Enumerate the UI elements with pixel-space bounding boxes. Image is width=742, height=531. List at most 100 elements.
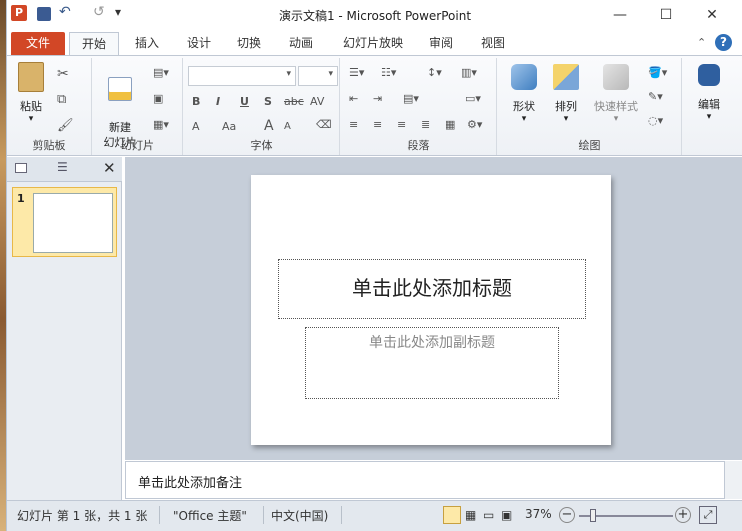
close-button[interactable]: ✕	[689, 2, 735, 28]
title-placeholder[interactable]: 单击此处添加标题	[278, 259, 586, 319]
theme-status[interactable]: "Office 主题"	[173, 507, 247, 524]
bold-button[interactable]: B	[192, 95, 200, 108]
decrease-indent-icon[interactable]: ⇤	[349, 92, 358, 105]
tab-file[interactable]: 文件	[11, 32, 65, 56]
strikethrough-button[interactable]: abc	[284, 95, 304, 108]
status-separator	[341, 506, 342, 524]
tab-insert[interactable]: 插入	[123, 32, 171, 56]
zoom-level[interactable]: 37%	[525, 507, 552, 521]
change-case-button[interactable]: Aa	[222, 120, 236, 133]
new-slide-icon	[108, 77, 132, 101]
language-status[interactable]: 中文(中国)	[271, 507, 328, 524]
paste-label: 粘贴	[20, 100, 42, 113]
slide-thumbnail-preview	[33, 193, 113, 253]
tab-slideshow[interactable]: 幻灯片放映	[331, 32, 415, 56]
subtitle-placeholder[interactable]: 单击此处添加副标题	[305, 327, 559, 399]
shapes-button[interactable]: 形状 ▾	[504, 64, 544, 124]
paragraph-group-label: 段落	[407, 139, 430, 152]
align-text-icon[interactable]: ▭▾	[465, 92, 481, 105]
close-panel-icon[interactable]: ✕	[103, 159, 116, 177]
binoculars-icon	[698, 64, 720, 86]
align-left-icon[interactable]: ≡	[349, 118, 358, 131]
slide-count-status: 幻灯片 第 1 张，共 1 张	[17, 509, 148, 523]
slide-thumbnail-number: 1	[17, 192, 25, 205]
quick-styles-button[interactable]: 快速样式 ▾	[588, 64, 644, 124]
slideshow-view-icon[interactable]: ▣	[501, 508, 512, 522]
tab-design[interactable]: 设计	[175, 32, 223, 56]
layout-icon[interactable]: ▤▾	[153, 66, 169, 79]
align-right-icon[interactable]: ≡	[397, 118, 406, 131]
slides-group-label: 幻灯片	[121, 139, 154, 152]
font-size-combo[interactable]: ▾	[298, 66, 338, 86]
slide-thumbnail[interactable]: 1	[12, 187, 117, 257]
maximize-button[interactable]: ☐	[643, 2, 689, 28]
smartart-icon[interactable]: ⚙▾	[467, 118, 482, 131]
font-name-combo[interactable]: ▾	[188, 66, 296, 86]
group-font: ▾ ▾ B I U S abc AV A Aa A A ⌫ 字体	[184, 58, 340, 155]
cut-icon[interactable]: ✂	[57, 66, 69, 82]
slide-canvas[interactable]: 单击此处添加标题 单击此处添加副标题	[251, 175, 611, 445]
distributed-icon[interactable]: ▦	[445, 118, 455, 131]
arrange-button[interactable]: 排列 ▾	[546, 64, 586, 124]
minimize-button[interactable]: —	[597, 2, 643, 28]
slides-panel: ☰ ✕ 1	[7, 157, 122, 500]
shapes-label: 形状	[513, 100, 535, 113]
editing-label: 编辑	[698, 98, 720, 111]
shadow-button[interactable]: S	[264, 95, 272, 108]
center-icon[interactable]: ≡	[373, 118, 382, 131]
slide-sorter-icon[interactable]: ▦	[465, 508, 476, 522]
editing-button[interactable]: 编辑 ▾	[689, 64, 729, 122]
tab-animations[interactable]: 动画	[277, 32, 325, 56]
font-color-button[interactable]: A	[192, 120, 200, 133]
group-editing: 编辑 ▾	[683, 58, 741, 155]
tab-transitions[interactable]: 切换	[225, 32, 273, 56]
fit-to-window-icon[interactable]: ⤢	[699, 506, 717, 524]
justify-icon[interactable]: ≣	[421, 118, 430, 131]
slides-tab-icon[interactable]	[15, 163, 27, 173]
drawing-group-label: 绘图	[578, 139, 601, 152]
zoom-slider-thumb[interactable]	[590, 509, 596, 522]
arrange-icon	[553, 64, 579, 90]
shapes-icon	[511, 64, 537, 90]
italic-button[interactable]: I	[216, 95, 220, 108]
reading-view-icon[interactable]: ▭	[483, 508, 494, 522]
tab-view[interactable]: 视图	[469, 32, 517, 56]
collapse-ribbon-icon[interactable]: ⌃	[697, 36, 706, 49]
bullets-icon[interactable]: ☰▾	[349, 66, 364, 79]
reset-icon[interactable]: ▣	[153, 92, 163, 105]
shape-fill-icon[interactable]: 🪣▾	[648, 66, 667, 79]
copy-icon[interactable]: ⧉	[57, 92, 66, 107]
paste-icon	[18, 62, 44, 92]
group-drawing: 形状 ▾ 排列 ▾ 快速样式 ▾ 🪣▾ ✎▾ ◌▾ 绘图	[498, 58, 682, 155]
zoom-in-icon[interactable]: +	[675, 507, 691, 523]
tab-home[interactable]: 开始	[69, 32, 120, 56]
increase-indent-icon[interactable]: ⇥	[373, 92, 382, 105]
underline-button[interactable]: U	[240, 95, 249, 108]
columns-icon[interactable]: ▥▾	[461, 66, 477, 79]
notes-scrollbar[interactable]	[724, 461, 742, 499]
format-painter-icon[interactable]: 🖌	[57, 118, 74, 133]
help-icon[interactable]: ?	[715, 34, 732, 51]
normal-view-icon[interactable]	[443, 506, 461, 524]
tab-review[interactable]: 审阅	[417, 32, 465, 56]
char-spacing-button[interactable]: AV	[310, 95, 324, 108]
shape-outline-icon[interactable]: ✎▾	[648, 90, 663, 103]
line-spacing-icon[interactable]: ↕▾	[427, 66, 442, 79]
status-bar: 幻灯片 第 1 张，共 1 张 "Office 主题" 中文(中国) ▦ ▭ ▣…	[7, 500, 742, 531]
status-separator	[159, 506, 160, 524]
group-slides: 新建 幻灯片 ▤▾ ▣ ▦▾ 幻灯片	[93, 58, 183, 155]
ribbon-tabs: 文件 开始 插入 设计 切换 动画 幻灯片放映 审阅 视图 ⌃ ?	[7, 30, 742, 56]
clear-format-icon[interactable]: ⌫	[316, 118, 332, 131]
shrink-font-button[interactable]: A	[284, 121, 291, 132]
shape-effects-icon[interactable]: ◌▾	[648, 114, 663, 127]
text-direction-icon[interactable]: ▤▾	[403, 92, 419, 105]
zoom-out-icon[interactable]: −	[559, 507, 575, 523]
notes-pane[interactable]: 单击此处添加备注	[125, 461, 725, 499]
grow-font-button[interactable]: A	[264, 118, 274, 134]
paste-button[interactable]: 粘贴 ▾	[13, 62, 49, 124]
section-icon[interactable]: ▦▾	[153, 118, 169, 131]
numbering-icon[interactable]: ☷▾	[381, 66, 396, 79]
arrange-label: 排列	[555, 100, 577, 113]
slide-editor: 单击此处添加标题 单击此处添加副标题	[125, 157, 742, 460]
outline-tab-icon[interactable]: ☰	[57, 160, 68, 174]
